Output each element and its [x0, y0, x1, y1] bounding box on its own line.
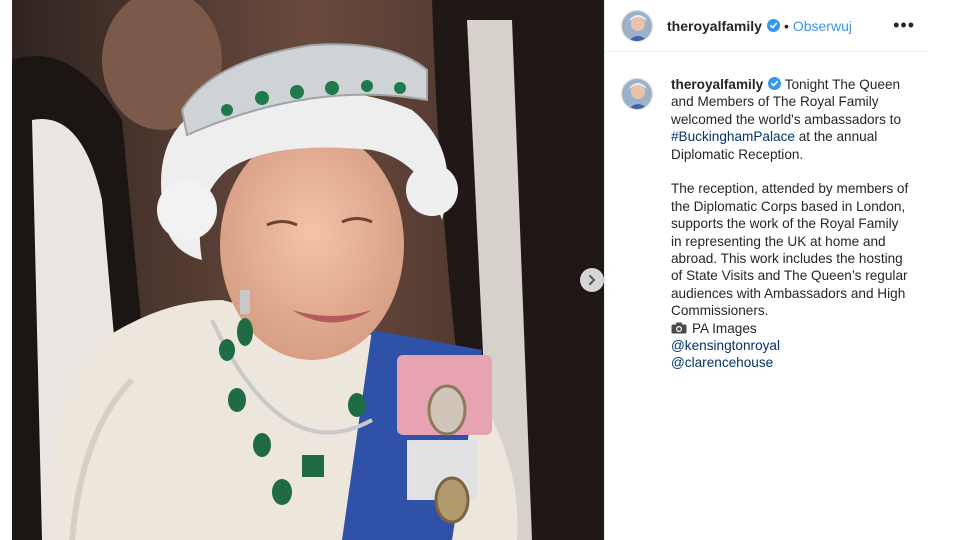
- photo-credit-text: PA Images: [692, 320, 757, 336]
- hashtag-link[interactable]: #BuckinghamPalace: [671, 129, 795, 144]
- caption-block: theroyalfamily Tonight The Queen and Mem…: [605, 52, 929, 372]
- username-link[interactable]: theroyalfamily: [667, 18, 762, 34]
- post-photo[interactable]: [12, 0, 604, 540]
- caption-paragraph-1: theroyalfamily Tonight The Queen and Mem…: [671, 76, 911, 163]
- avatar-image: [622, 79, 652, 109]
- post-header: theroyalfamily • Obserwuj •••: [605, 0, 929, 52]
- next-photo-button[interactable]: [580, 268, 604, 292]
- photo-credit: PA Images: [671, 320, 911, 337]
- avatar[interactable]: [621, 9, 653, 42]
- caption-text: theroyalfamily Tonight The Queen and Mem…: [671, 76, 911, 372]
- avatar-image: [622, 10, 652, 41]
- caption-username-link[interactable]: theroyalfamily: [671, 77, 763, 92]
- mention-kensingtonroyal-link[interactable]: @kensingtonroyal: [671, 338, 780, 353]
- caption-avatar[interactable]: [621, 78, 653, 110]
- chevron-right-icon: [589, 275, 596, 285]
- verified-badge-icon: [766, 19, 780, 32]
- follow-button[interactable]: Obserwuj: [793, 18, 852, 34]
- camera-icon: [671, 322, 687, 334]
- more-options-icon[interactable]: •••: [893, 15, 915, 36]
- post-side-panel: theroyalfamily • Obserwuj ••• theroyalfa…: [604, 0, 929, 540]
- mention-clarencehouse-link[interactable]: @clarencehouse: [671, 355, 773, 370]
- caption-paragraph-2: The reception, attended by members of th…: [671, 181, 909, 319]
- photo-image: [12, 0, 604, 540]
- verified-badge-icon: [768, 77, 782, 90]
- separator-dot: •: [783, 17, 789, 34]
